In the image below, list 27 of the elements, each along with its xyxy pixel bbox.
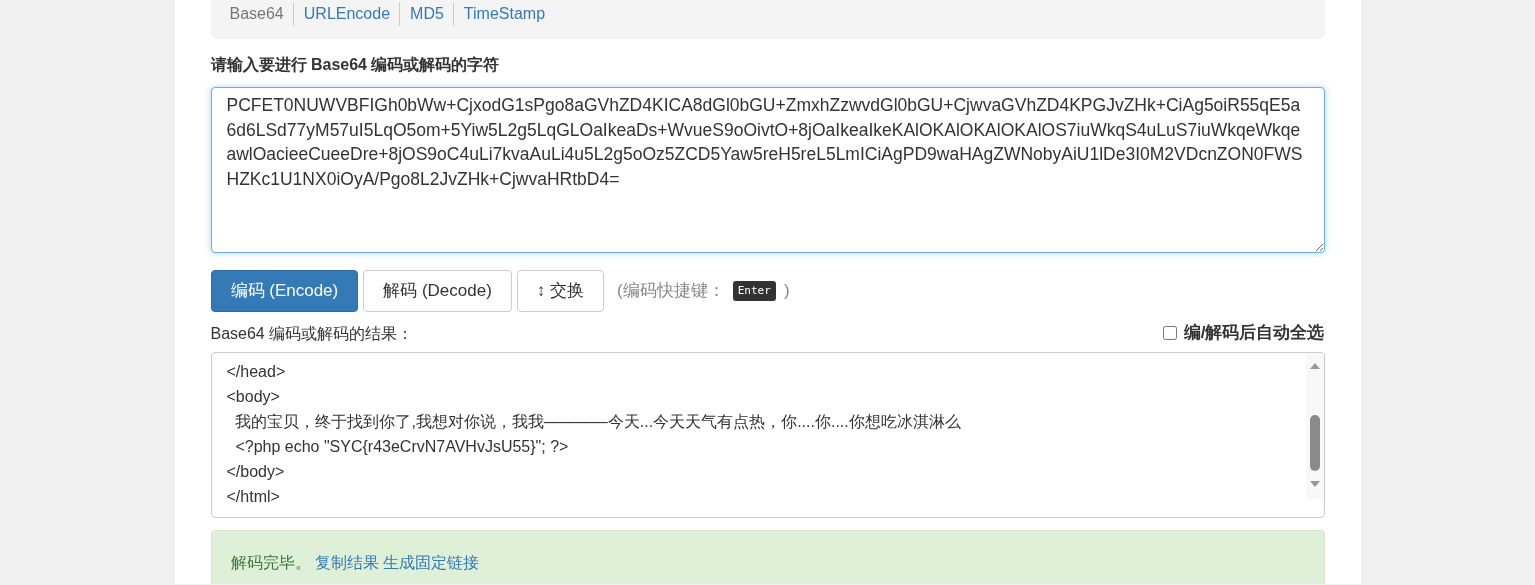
output-line: 我的宝贝，终于找到你了,我想对你说，我我————今天...今天天气有点热，你....你....你想吃冰淇淋么	[234, 411, 961, 432]
nav-link[interactable]: URLEncode	[292, 2, 391, 26]
scrollbar[interactable]	[1305, 352, 1324, 499]
auto-select-checkbox[interactable]	[1162, 325, 1177, 340]
checkbox-label: 编/解码后自动全选	[1183, 322, 1325, 344]
nav-link[interactable]: TimeStamp	[452, 2, 546, 26]
output-box[interactable]: </head> <body> 我的宝贝，终于找到你了,我想对你说，我我————今天...今天天气有点热，你....你....你想吃冰淇淋么 <?php echo "SYC{r43eCrvN7AVHvJsU55}"; ?> </body> </html>	[210, 351, 1325, 518]
nav-link[interactable]: MD5	[399, 2, 444, 26]
alert-link[interactable]: 复制结果	[314, 553, 379, 571]
output-line: </html>	[226, 486, 280, 507]
action-button[interactable]: 解码 (Decode)	[363, 270, 512, 312]
output-line: </body>	[226, 461, 285, 482]
input-field[interactable]: PCFET0NUWVBFIGh0bWw+CjxodG1sPgo8aGVhZD4KICA8dGl0bGU+ZmxhZzwvdGl0bGU+CjwvaGVhZD4KPGJvZHk+CiAg5oiR55qE5a6d6LSd77yM57uI5LqO5om+5Yiw5L2g5LqGLOaIkeaDs+WvueS9oOivtO+8jOaIkeaIkeKAlOKAlOKAlOKAlOS7iuWkqS4uLuS7iuWkqeWkqeawlOacieeCueeDre+8jOS9oC4uLi7kvaAuLi4u5L2g5oOz5ZCD5Yaw5reH5reL5LmICiAgPD9waHAgZWNobyAiU1lDe3I0M2VDcnZON0FWSHZKc1U1NX0iOyA/Pgo8L2JvZHk+CjwvaHRtbD4=	[210, 87, 1325, 253]
output-line: <body>	[226, 386, 280, 407]
nav-link[interactable]: Base64	[229, 2, 284, 26]
output-line: <?php echo "SYC{r43eCrvN7AVHvJsU55}"; ?>	[234, 436, 569, 457]
output-line: </head>	[226, 361, 286, 382]
action-button[interactable]: ↕ 交换	[516, 270, 605, 312]
alert-message: 解码完毕。	[230, 553, 311, 571]
result-label: Base64 编码或解码的结果：	[210, 323, 414, 344]
encode-button[interactable]: 编码 (Encode)	[210, 270, 359, 312]
scroll-thumb[interactable]	[1309, 414, 1320, 471]
parenthesis: )	[783, 280, 790, 303]
enter-key: Enter	[732, 280, 776, 302]
input-label: 请输入要进行 Base64 编码或解码的字符	[210, 55, 501, 75]
alert-link[interactable]: 生成固定链接	[383, 553, 480, 571]
shortcut-hint: (编码快捷键：	[617, 280, 725, 303]
